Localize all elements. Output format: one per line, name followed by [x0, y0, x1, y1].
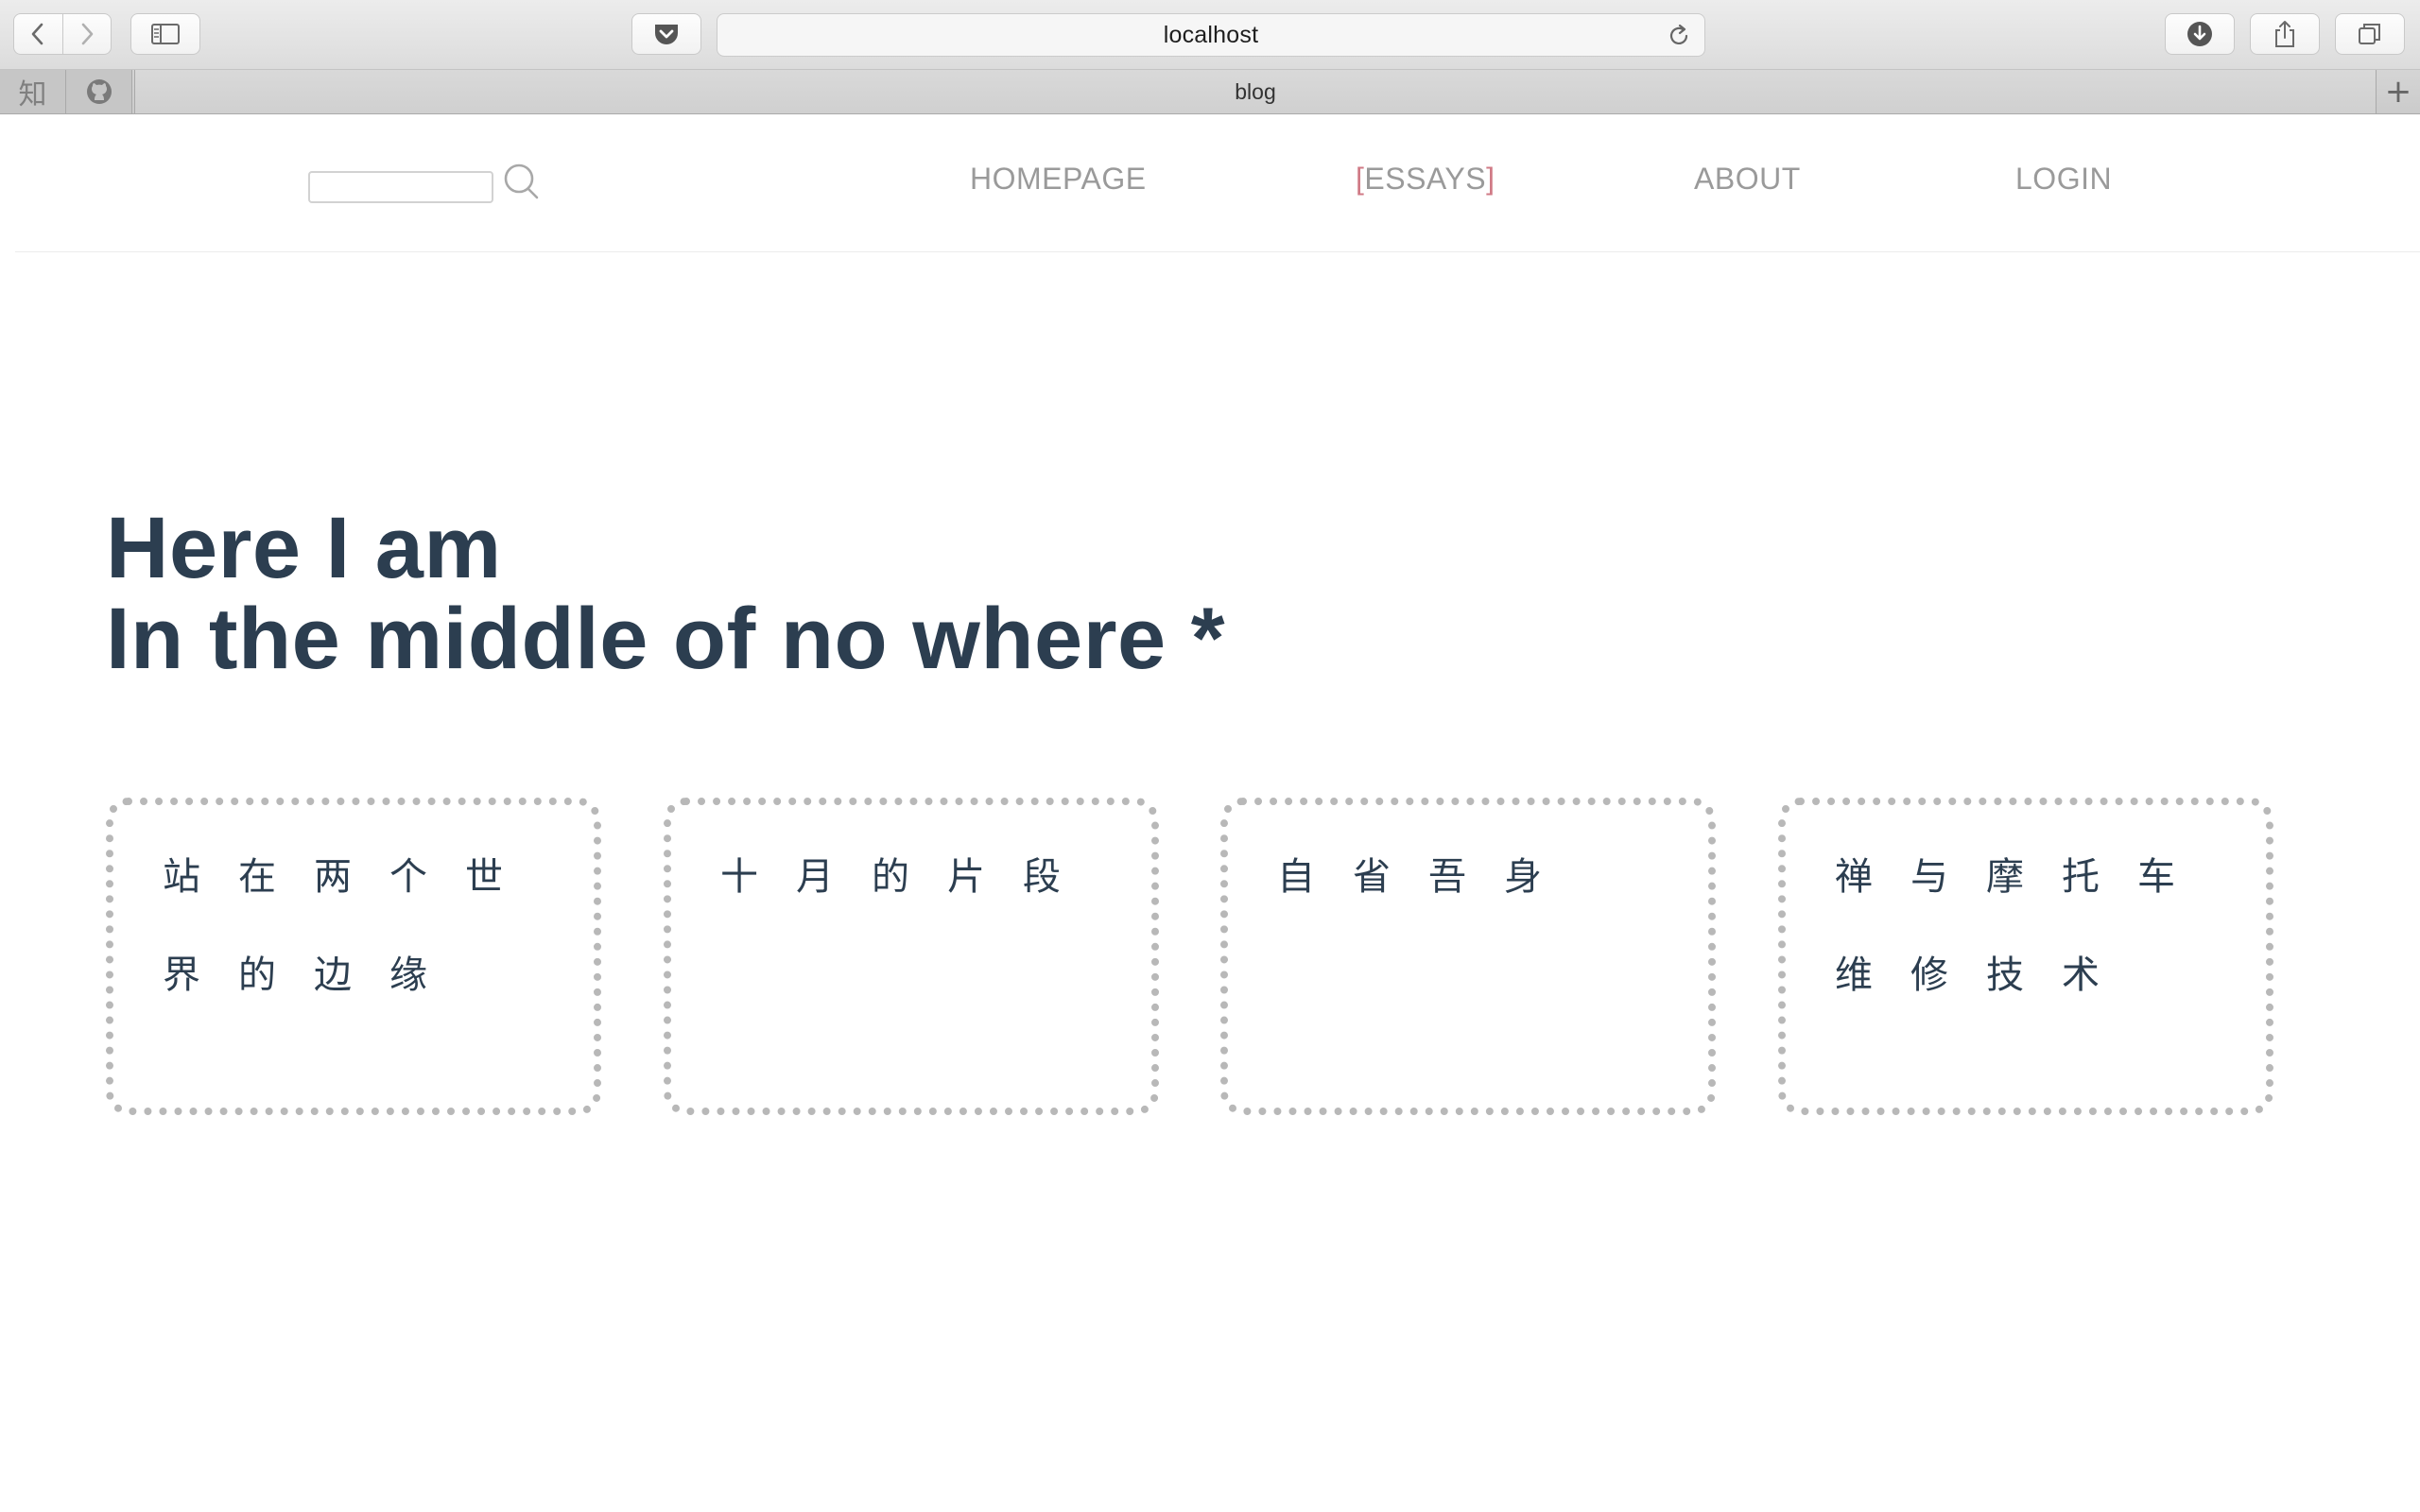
chevron-left-icon	[31, 23, 43, 45]
reload-icon	[1669, 24, 1688, 44]
pocket-icon	[655, 25, 678, 44]
zhihu-icon: 知	[18, 78, 47, 112]
nav-homepage[interactable]: HOMEPAGE	[970, 162, 1147, 197]
search-button[interactable]	[501, 162, 543, 208]
nav-about[interactable]: ABOUT	[1694, 162, 1801, 197]
pinned-tab-github[interactable]	[66, 70, 132, 113]
hero-heading: Here I am In the middle of no where *	[106, 503, 1225, 684]
new-tab-button[interactable]: +	[2377, 70, 2420, 113]
nav-login[interactable]: LOGIN	[2015, 162, 2112, 197]
history-nav-group	[13, 13, 112, 55]
back-button[interactable]	[14, 14, 62, 54]
address-bar[interactable]: localhost	[717, 13, 1705, 57]
essay-card-title: 十月的片段	[720, 855, 1098, 899]
downloads-button[interactable]	[2165, 13, 2235, 55]
sidebar-toggle-button[interactable]	[130, 13, 200, 55]
nav-essays-bracket-close: ]	[1486, 162, 1495, 196]
tab-overview-button[interactable]	[2335, 13, 2405, 55]
browser-toolbar: localhost	[0, 0, 2420, 70]
tab-bar: 知 blog +	[0, 70, 2420, 114]
essay-card[interactable]: 十月的片段	[664, 798, 1159, 1115]
nav-essays-label: ESSAYS	[1364, 162, 1487, 196]
nav-essays-bracket-open: [	[1356, 162, 1365, 196]
reload-button[interactable]	[1667, 24, 1691, 53]
nav-essays[interactable]: [ESSAYS]	[1356, 162, 1495, 197]
essay-card[interactable]: 自省吾身	[1220, 798, 1716, 1115]
pinned-tab-zhihu[interactable]: 知	[0, 70, 66, 113]
site-header: HOMEPAGE [ESSAYS] ABOUT LOGIN	[15, 114, 2420, 252]
tab-blog[interactable]: blog	[134, 70, 2377, 113]
share-icon	[2275, 21, 2294, 47]
tabs-icon	[2359, 24, 2380, 44]
share-button[interactable]	[2250, 13, 2320, 55]
github-icon	[86, 79, 112, 104]
hero-line-2: In the middle of no where *	[106, 591, 1226, 687]
sidebar-icon	[151, 24, 180, 44]
essay-card-title: 站在两个世界的边缘	[163, 855, 541, 997]
search-input[interactable]	[308, 171, 493, 203]
hero-line-1: Here I am	[106, 500, 502, 596]
forward-button[interactable]	[61, 14, 112, 54]
essay-card[interactable]: 禅与摩托车维修技术	[1778, 798, 2273, 1115]
pocket-button[interactable]	[631, 13, 701, 55]
essay-card[interactable]: 站在两个世界的边缘	[106, 798, 601, 1115]
essay-card-title: 禅与摩托车维修技术	[1835, 855, 2213, 997]
chevron-right-icon	[81, 23, 94, 45]
download-icon	[2187, 22, 2212, 46]
essay-card-title: 自省吾身	[1277, 855, 1580, 899]
search-icon	[504, 163, 539, 199]
address-text: localhost	[1163, 21, 1259, 48]
